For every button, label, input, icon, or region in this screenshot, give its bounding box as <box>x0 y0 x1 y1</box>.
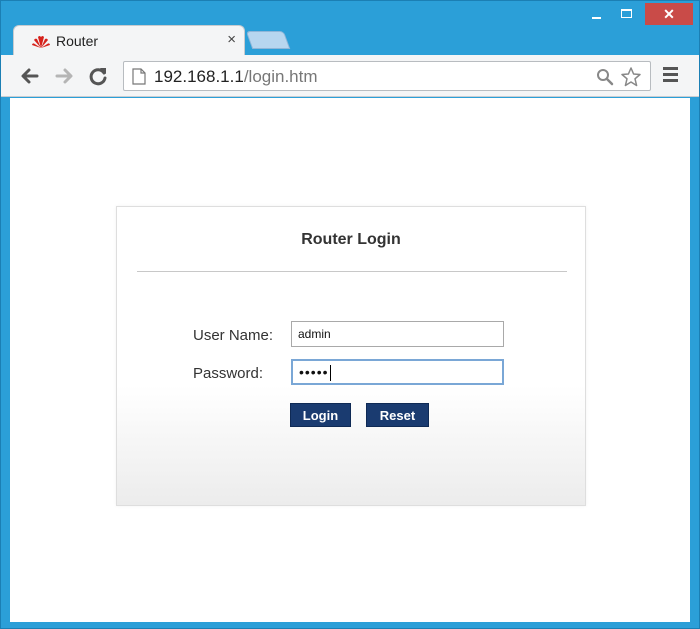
url-path: /login.htm <box>243 67 318 86</box>
url-host: 192.168.1.1 <box>154 67 244 86</box>
url-text[interactable]: 192.168.1.1/login.htm <box>154 67 318 87</box>
login-panel: Router Login User Name: admin Password: … <box>116 206 586 506</box>
page-icon <box>132 68 146 85</box>
title-bar: Router × ✕ <box>1 1 699 55</box>
maximize-button[interactable] <box>612 3 642 25</box>
login-button[interactable]: Login <box>290 403 351 427</box>
password-value: ••••• <box>299 364 329 380</box>
minimize-icon <box>592 17 601 19</box>
browser-toolbar: 192.168.1.1/login.htm <box>1 55 699 97</box>
username-value: admin <box>298 327 331 341</box>
password-input[interactable]: ••••• <box>291 359 504 385</box>
browser-window: Router × ✕ 192.168.1.1/login.htm Router … <box>0 0 700 629</box>
tab-router[interactable]: Router × <box>13 25 245 55</box>
password-label: Password: <box>193 365 264 382</box>
menu-icon[interactable] <box>663 67 679 83</box>
back-arrow-icon[interactable] <box>19 65 41 87</box>
divider <box>137 271 567 272</box>
star-icon[interactable] <box>620 66 642 88</box>
close-icon: ✕ <box>663 6 675 22</box>
text-cursor <box>329 365 331 382</box>
maximize-icon <box>621 9 632 18</box>
search-icon[interactable] <box>596 68 614 86</box>
tab-close-icon[interactable]: × <box>227 31 236 49</box>
username-input[interactable]: admin <box>291 321 504 347</box>
username-label: User Name: <box>193 327 274 344</box>
minimize-button[interactable] <box>581 3 611 25</box>
address-bar[interactable]: 192.168.1.1/login.htm <box>123 61 651 91</box>
forward-arrow-icon[interactable] <box>53 65 75 87</box>
close-button[interactable]: ✕ <box>645 3 693 25</box>
new-tab-button[interactable] <box>245 31 291 49</box>
page-content: Router Login User Name: admin Password: … <box>10 98 690 622</box>
reset-button[interactable]: Reset <box>366 403 429 427</box>
reload-icon[interactable] <box>87 65 109 87</box>
page-title: Router Login <box>301 231 401 248</box>
tab-title: Router <box>56 33 99 49</box>
huawei-logo-icon <box>32 36 50 48</box>
